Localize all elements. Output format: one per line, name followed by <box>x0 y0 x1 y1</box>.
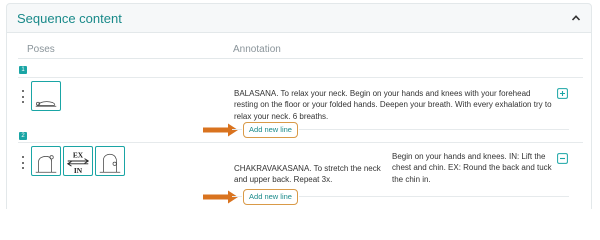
pose-figure-icon <box>35 155 57 173</box>
divider <box>232 196 242 197</box>
in-label: IN <box>74 166 83 175</box>
swap-arrows-icon: EX IN <box>66 150 90 175</box>
chevron-up-icon[interactable] <box>571 13 581 23</box>
annotation-detail-text[interactable]: Begin on your hands and knees. IN: Lift … <box>392 151 552 185</box>
arrow-right-icon <box>203 123 238 137</box>
pose-thumbnail-cat-start[interactable] <box>31 146 61 176</box>
add-new-line-button[interactable]: Add new line <box>243 122 298 138</box>
divider <box>232 129 242 130</box>
sequence-number-badge: 1 <box>19 66 27 74</box>
poses-column-header: Poses <box>27 44 55 55</box>
annotation-text[interactable]: CHAKRAVAKASANA. To stretch the neck and … <box>234 163 390 186</box>
sequence-number-badge: 2 <box>19 132 27 140</box>
pose-transition-ex-in[interactable]: EX IN <box>63 146 93 176</box>
ex-label: EX <box>73 150 84 159</box>
plus-square-icon[interactable] <box>557 88 568 99</box>
divider <box>18 142 583 143</box>
pose-thumbnail-balasana[interactable] <box>31 81 61 111</box>
arrow-right-icon <box>203 190 238 204</box>
row-menu-icon[interactable] <box>17 154 29 172</box>
row-menu-icon[interactable] <box>17 88 29 106</box>
pose-figure-icon <box>35 101 57 107</box>
minus-square-icon[interactable] <box>557 153 568 164</box>
annotation-text[interactable]: BALASANA. To relax your neck. Begin on y… <box>234 88 552 122</box>
annotation-column-header: Annotation <box>233 44 281 55</box>
section-header[interactable]: Sequence content <box>6 3 592 33</box>
section-title: Sequence content <box>17 11 122 26</box>
divider <box>18 58 583 59</box>
sequence-content-panel: Sequence content Poses Annotation 1 BALA… <box>0 0 600 209</box>
divider <box>299 196 569 197</box>
add-new-line-button[interactable]: Add new line <box>243 189 298 205</box>
divider <box>299 129 569 130</box>
pose-figure-icon <box>99 153 121 173</box>
divider <box>18 77 583 78</box>
pose-thumbnail-cat-end[interactable] <box>95 146 125 176</box>
